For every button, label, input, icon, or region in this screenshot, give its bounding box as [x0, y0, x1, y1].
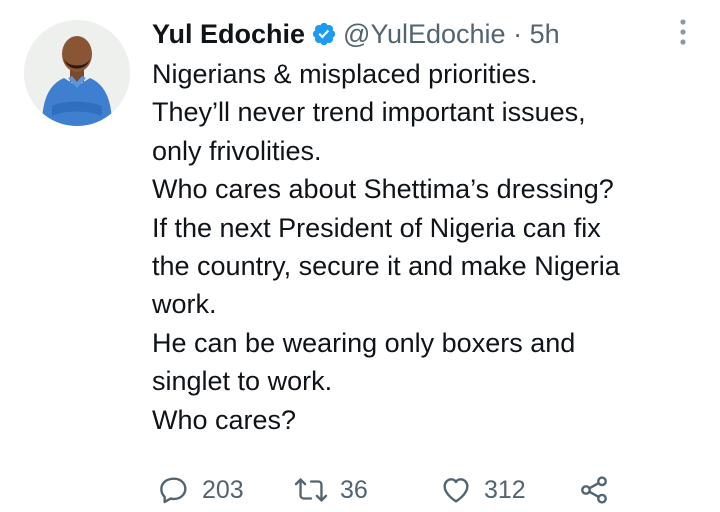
tweet-text: Nigerians & misplaced priorities. They’l… [152, 55, 697, 439]
tweet-line: If the next President of Nigeria can fix [152, 212, 601, 243]
tweet-header: Yul Edochie @YulEdochie · 5h [152, 14, 560, 54]
heart-icon [440, 474, 472, 506]
retweet-icon [294, 474, 328, 506]
author-display-name[interactable]: Yul Edochie [152, 14, 305, 54]
profile-photo [24, 20, 130, 126]
share-button[interactable] [578, 472, 610, 508]
like-count: 312 [484, 475, 526, 504]
tweet-line: Nigerians & misplaced priorities. [152, 59, 538, 89]
tweet-timestamp[interactable]: 5h [530, 14, 560, 54]
tweet-line: work. [152, 289, 217, 320]
tweet-line: Who cares? [152, 404, 297, 435]
tweet-line: Who cares about Shettima’s dressing? [152, 174, 614, 205]
tweet-line: only frivolities. [152, 135, 322, 166]
tweet-line: They’ll never trend important issues, [152, 97, 586, 128]
like-button[interactable]: 312 [440, 472, 526, 508]
meta-separator: · [513, 19, 523, 49]
tweet-line: He can be wearing only boxers and [152, 327, 576, 358]
avatar[interactable] [24, 20, 130, 126]
more-vertical-icon[interactable] [676, 17, 690, 47]
reply-icon [158, 474, 190, 506]
retweet-button[interactable]: 36 [294, 472, 368, 508]
reply-count: 203 [202, 475, 244, 504]
reply-button[interactable]: 203 [158, 472, 244, 508]
tweet-line: singlet to work. [152, 366, 333, 397]
verified-badge-icon [311, 21, 337, 47]
retweet-count: 36 [340, 475, 368, 504]
share-icon [578, 474, 610, 506]
author-handle[interactable]: @YulEdochie [343, 14, 506, 54]
tweet-actions: 203 36 312 [158, 472, 628, 508]
tweet-line: the country, secure it and make Nigeria [152, 251, 620, 282]
